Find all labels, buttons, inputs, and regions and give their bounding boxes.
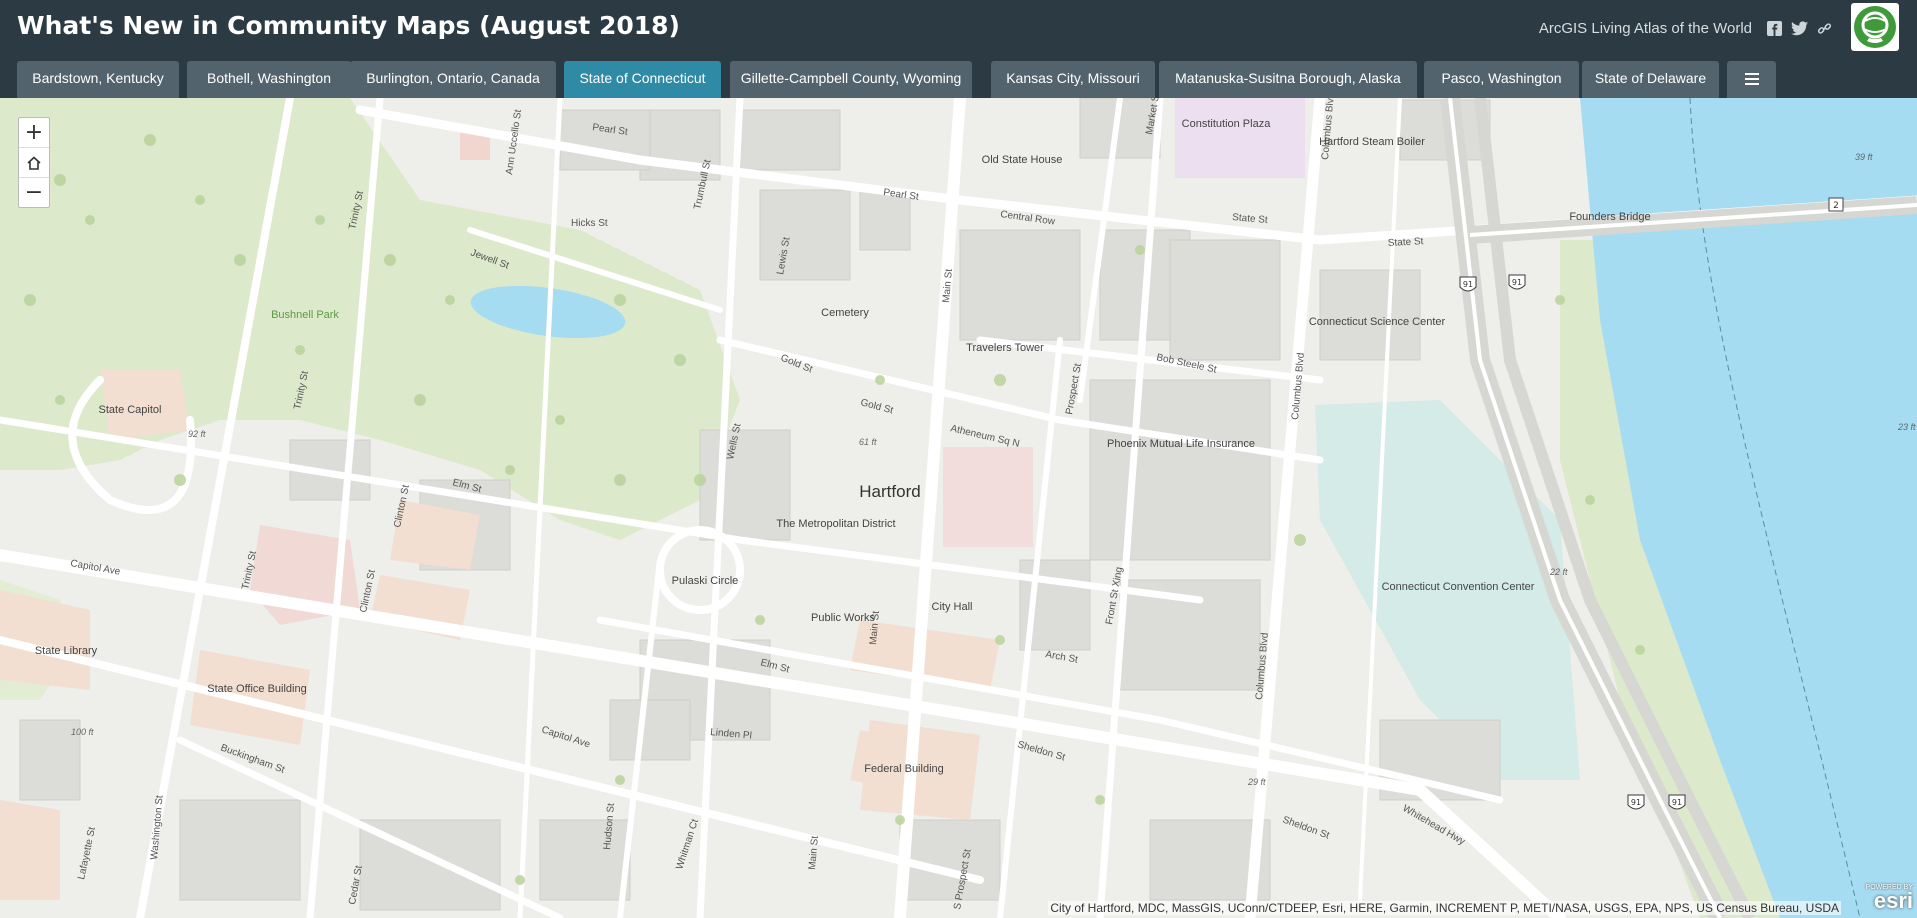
interstate-91-label: 91 [1631, 798, 1641, 807]
elevation-label: 29 ft [1247, 777, 1266, 787]
esri-wordmark: esri [1873, 888, 1913, 913]
tab-bardstown[interactable]: Bardstown, Kentucky [17, 61, 179, 98]
elevation-label: 61 ft [859, 437, 877, 447]
place-label: City Hall [932, 601, 973, 613]
place-label: Federal Building [864, 763, 944, 775]
place-label: Founders Bridge [1569, 211, 1650, 223]
place-label: Constitution Plaza [1182, 118, 1272, 130]
place-label: Old State House [982, 154, 1063, 166]
elevation-label: 92 ft [188, 429, 206, 439]
place-label: State Capitol [99, 404, 162, 416]
page-title: What's New in Community Maps (August 201… [17, 11, 680, 40]
twitter-icon[interactable] [1790, 19, 1808, 37]
tab-kansas-city[interactable]: Kansas City, Missouri [991, 61, 1155, 98]
link-icon[interactable] [1815, 19, 1833, 37]
street-label: State St [1388, 236, 1424, 249]
zoom-out-button[interactable]: − [19, 178, 49, 207]
place-label: Connecticut Science Center [1309, 316, 1446, 328]
city-label: Hartford [859, 482, 920, 501]
living-atlas-logo[interactable] [1851, 3, 1899, 51]
place-label: Hartford Steam Boiler [1319, 136, 1425, 148]
home-icon[interactable] [19, 148, 49, 178]
park-label: Bushnell Park [271, 309, 339, 321]
facebook-icon[interactable] [1765, 19, 1783, 37]
interstate-91-label: 91 [1463, 280, 1473, 289]
place-label: Travelers Tower [966, 342, 1044, 354]
place-label: The Metropolitan District [776, 518, 895, 530]
living-atlas-link[interactable]: ArcGIS Living Atlas of the World [1539, 20, 1752, 37]
place-label: State Office Building [207, 683, 306, 695]
esri-logo[interactable]: POWERED BY esri [1853, 884, 1913, 916]
place-label: State Library [35, 645, 98, 657]
route-2-label: 2 [1833, 201, 1839, 211]
place-label: Public Works [811, 612, 875, 624]
elevation-label: 100 ft [71, 727, 94, 737]
place-label: Phoenix Mutual Life Insurance [1107, 438, 1255, 450]
tab-pasco[interactable]: Pasco, Washington [1424, 61, 1579, 98]
tab-gillette[interactable]: Gillette-Campbell County, Wyoming [730, 61, 972, 98]
tab-matanuska[interactable]: Matanuska-Susitna Borough, Alaska [1159, 61, 1417, 98]
tab-bothell[interactable]: Bothell, Washington [187, 61, 351, 98]
map-attribution: City of Hartford, MDC, MassGIS, UConn/CT… [1048, 901, 1841, 915]
place-label: Pulaski Circle [672, 575, 739, 587]
elevation-label: 23 ft [1897, 422, 1916, 432]
tab-delaware[interactable]: State of Delaware [1582, 61, 1719, 98]
zoom-in-button[interactable]: + [19, 118, 49, 148]
street-label: Hicks St [571, 218, 608, 229]
elevation-label: 39 ft [1855, 152, 1873, 162]
zoom-controls: + − [18, 117, 50, 208]
tab-burlington[interactable]: Burlington, Ontario, Canada [350, 61, 556, 98]
app-header: What's New in Community Maps (August 201… [0, 0, 1917, 98]
tab-connecticut[interactable]: State of Connecticut [564, 61, 721, 98]
elevation-label: 22 ft [1549, 567, 1568, 577]
place-label: Cemetery [821, 307, 869, 319]
interstate-91-label: 91 [1512, 278, 1522, 287]
hamburger-menu-icon[interactable] [1727, 61, 1776, 98]
map-view[interactable]: 91 91 91 91 2 Pearl St Pearl St Ann Ucce… [0, 98, 1917, 918]
place-label: Connecticut Convention Center [1382, 581, 1535, 593]
interstate-91-label: 91 [1672, 798, 1682, 807]
